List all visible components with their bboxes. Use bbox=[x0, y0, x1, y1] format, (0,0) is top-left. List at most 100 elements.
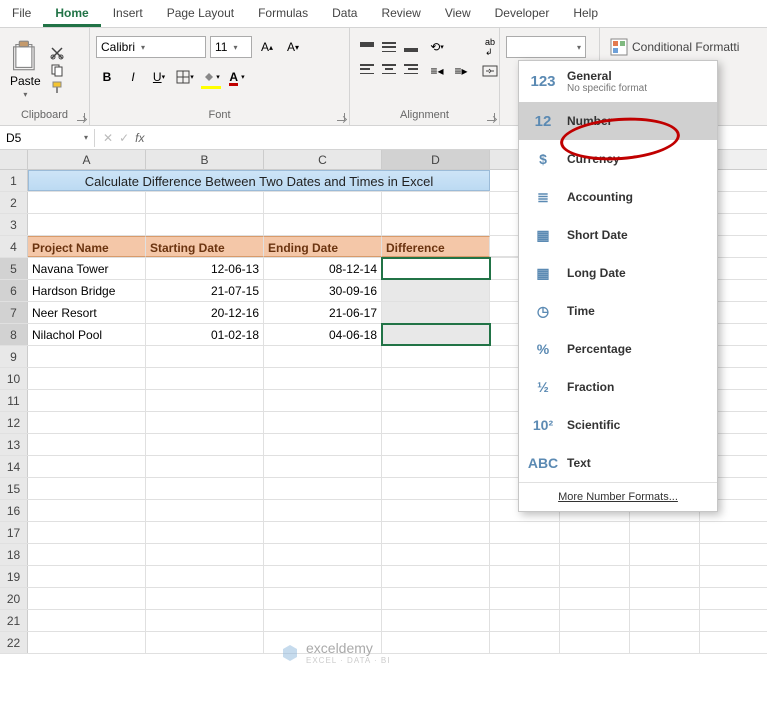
bold-button[interactable]: B bbox=[96, 66, 118, 88]
row-header[interactable]: 16 bbox=[0, 500, 28, 521]
menu-insert[interactable]: Insert bbox=[101, 0, 155, 27]
cell[interactable] bbox=[382, 192, 490, 213]
menu-formulas[interactable]: Formulas bbox=[246, 0, 320, 27]
menu-file[interactable]: File bbox=[0, 0, 43, 27]
cell[interactable] bbox=[382, 500, 490, 521]
cell[interactable] bbox=[264, 346, 382, 367]
header-start[interactable]: Starting Date bbox=[146, 236, 264, 257]
cell[interactable] bbox=[28, 456, 146, 477]
increase-indent[interactable]: ≡▸ bbox=[450, 60, 472, 82]
increase-font-button[interactable]: A▴ bbox=[256, 36, 278, 58]
cell[interactable] bbox=[146, 192, 264, 213]
cell[interactable] bbox=[264, 632, 382, 653]
fill-color-button[interactable]: ▾ bbox=[200, 66, 222, 88]
row-header[interactable]: 21 bbox=[0, 610, 28, 631]
align-bottom[interactable] bbox=[400, 36, 422, 58]
cell[interactable] bbox=[146, 390, 264, 411]
font-family-select[interactable]: Calibri▾ bbox=[96, 36, 206, 58]
font-color-button[interactable]: A▾ bbox=[226, 66, 248, 88]
cell[interactable]: Neer Resort bbox=[28, 302, 146, 323]
cell[interactable] bbox=[28, 544, 146, 565]
header-diff[interactable]: Difference bbox=[382, 236, 490, 257]
format-option-general[interactable]: 123 General No specific format bbox=[519, 61, 717, 102]
cell[interactable] bbox=[264, 610, 382, 631]
header-project[interactable]: Project Name bbox=[28, 236, 146, 257]
cell[interactable]: Hardson Bridge bbox=[28, 280, 146, 301]
select-all-corner[interactable] bbox=[0, 150, 28, 169]
menu-data[interactable]: Data bbox=[320, 0, 369, 27]
copy-button[interactable] bbox=[49, 63, 65, 77]
row-header[interactable]: 8 bbox=[0, 324, 28, 345]
cell[interactable] bbox=[382, 478, 490, 499]
row-header[interactable]: 19 bbox=[0, 566, 28, 587]
title-cell[interactable]: Calculate Difference Between Two Dates a… bbox=[28, 170, 490, 191]
row-header[interactable]: 13 bbox=[0, 434, 28, 455]
cell[interactable] bbox=[28, 566, 146, 587]
header-end[interactable]: Ending Date bbox=[264, 236, 382, 257]
cell[interactable] bbox=[382, 610, 490, 631]
cell[interactable] bbox=[560, 544, 630, 565]
align-right[interactable] bbox=[400, 58, 422, 80]
cell[interactable] bbox=[630, 566, 700, 587]
cell[interactable] bbox=[490, 610, 560, 631]
cell[interactable] bbox=[560, 566, 630, 587]
cell[interactable] bbox=[490, 632, 560, 653]
cell[interactable] bbox=[28, 500, 146, 521]
wrap-text-button[interactable]: ab↲ bbox=[478, 36, 502, 58]
cell[interactable] bbox=[382, 522, 490, 543]
cell[interactable] bbox=[264, 588, 382, 609]
cell[interactable]: 20-12-16 bbox=[146, 302, 264, 323]
decrease-font-button[interactable]: A▾ bbox=[282, 36, 304, 58]
row-header[interactable]: 12 bbox=[0, 412, 28, 433]
cell[interactable] bbox=[146, 632, 264, 653]
format-option-long-date[interactable]: ▦ Long Date bbox=[519, 254, 717, 292]
cell[interactable]: 21-07-15 bbox=[146, 280, 264, 301]
row-header[interactable]: 2 bbox=[0, 192, 28, 213]
align-left[interactable] bbox=[356, 58, 378, 80]
cell[interactable]: 30-09-16 bbox=[264, 280, 382, 301]
menu-home[interactable]: Home bbox=[43, 0, 100, 27]
align-top[interactable] bbox=[356, 36, 378, 58]
cell[interactable] bbox=[146, 588, 264, 609]
format-option-fraction[interactable]: ½ Fraction bbox=[519, 368, 717, 406]
align-middle[interactable] bbox=[378, 36, 400, 58]
cell[interactable] bbox=[264, 412, 382, 433]
cell[interactable] bbox=[28, 368, 146, 389]
row-header[interactable]: 17 bbox=[0, 522, 28, 543]
cell[interactable] bbox=[560, 588, 630, 609]
cell[interactable] bbox=[28, 434, 146, 455]
cell[interactable]: 04-06-18 bbox=[264, 324, 382, 345]
decrease-indent[interactable]: ≡◂ bbox=[426, 60, 448, 82]
cell[interactable] bbox=[146, 412, 264, 433]
format-option-scientific[interactable]: 10² Scientific bbox=[519, 406, 717, 444]
cell[interactable] bbox=[28, 412, 146, 433]
cell[interactable] bbox=[560, 632, 630, 653]
cell[interactable] bbox=[630, 632, 700, 653]
cell[interactable] bbox=[28, 214, 146, 235]
cell[interactable] bbox=[382, 214, 490, 235]
cell[interactable] bbox=[264, 478, 382, 499]
orientation-button[interactable]: ⟲▾ bbox=[426, 36, 448, 58]
cell[interactable] bbox=[146, 434, 264, 455]
cell[interactable] bbox=[264, 456, 382, 477]
row-header[interactable]: 22 bbox=[0, 632, 28, 653]
row-header[interactable]: 10 bbox=[0, 368, 28, 389]
menu-view[interactable]: View bbox=[433, 0, 483, 27]
cell[interactable] bbox=[146, 368, 264, 389]
cell[interactable] bbox=[630, 588, 700, 609]
cell[interactable] bbox=[490, 588, 560, 609]
number-format-select[interactable]: ▾ bbox=[506, 36, 586, 58]
paste-button[interactable]: Paste ▾ bbox=[6, 38, 45, 101]
cell[interactable]: 21-06-17 bbox=[264, 302, 382, 323]
cell[interactable] bbox=[382, 588, 490, 609]
row-header[interactable]: 14 bbox=[0, 456, 28, 477]
cell[interactable] bbox=[146, 456, 264, 477]
format-option-time[interactable]: ◷ Time bbox=[519, 292, 717, 330]
alignment-launcher[interactable] bbox=[485, 111, 497, 123]
format-option-number[interactable]: 12 Number bbox=[519, 102, 717, 140]
cell[interactable] bbox=[28, 478, 146, 499]
cell[interactable] bbox=[630, 522, 700, 543]
cell[interactable] bbox=[146, 214, 264, 235]
cell[interactable] bbox=[28, 522, 146, 543]
row-header[interactable]: 5 bbox=[0, 258, 28, 279]
